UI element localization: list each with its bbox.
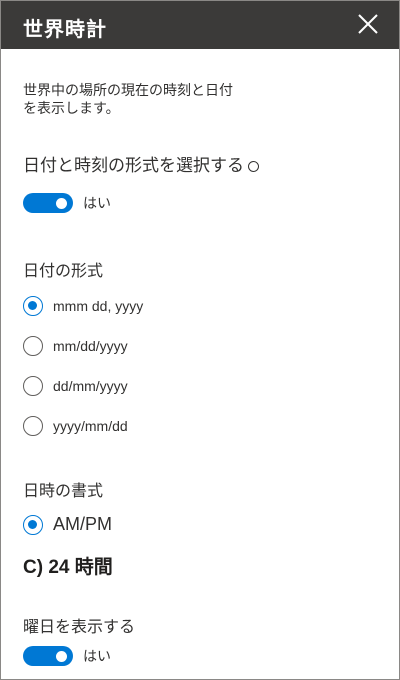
- date-format-option-label: mmm dd, yyyy: [53, 298, 144, 314]
- date-format-option-2[interactable]: mm/dd/yyyy: [23, 336, 128, 356]
- choose-format-toggle[interactable]: [23, 193, 73, 213]
- radio-icon[interactable]: [23, 376, 43, 396]
- choose-format-label: 日付と時刻の形式を選択する: [23, 151, 259, 176]
- time-format-label: 日時の書式: [23, 483, 104, 500]
- date-format-label: 日付の形式: [23, 263, 104, 280]
- description-line-1: 世界中の場所の現在の時刻と日付: [23, 82, 233, 98]
- choose-format-toggle-label: はい: [83, 195, 111, 211]
- choose-format-toggle-row: はい: [23, 192, 111, 214]
- time-format-option-24h[interactable]: C) 24 時間: [23, 552, 113, 579]
- panel-header: 世界時計: [1, 1, 399, 49]
- choose-format-text: 日付と時刻の形式を選択する: [23, 156, 244, 175]
- panel-description: 世界中の場所の現在の時刻と日付 を表示します。: [23, 81, 323, 117]
- date-format-option-1[interactable]: mmm dd, yyyy: [23, 296, 143, 316]
- show-weekday-toggle-row: はい: [23, 645, 111, 667]
- show-weekday-label: 曜日を表示する: [23, 619, 136, 636]
- time-format-option-ampm[interactable]: AM/PM: [23, 514, 112, 535]
- date-format-option-4[interactable]: yyyy/mm/dd: [23, 416, 128, 436]
- radio-icon[interactable]: [23, 336, 43, 356]
- show-weekday-toggle[interactable]: [23, 646, 73, 666]
- date-format-option-label: mm/dd/yyyy: [53, 338, 128, 354]
- radio-selected-icon[interactable]: [23, 296, 43, 316]
- date-format-option-label: dd/mm/yyyy: [53, 378, 128, 394]
- toggle-knob: [56, 651, 67, 662]
- description-line-2: を表示します。: [23, 100, 120, 116]
- panel-title: 世界時計: [23, 19, 107, 41]
- radio-selected-icon[interactable]: [23, 514, 43, 535]
- show-weekday-toggle-label: はい: [83, 648, 111, 664]
- close-icon[interactable]: [355, 11, 381, 37]
- circle-mark-icon: [248, 161, 259, 173]
- toggle-knob: [56, 198, 67, 209]
- radio-icon[interactable]: [23, 416, 43, 436]
- settings-panel: 世界時計 世界中の場所の現在の時刻と日付 を表示します。 日付と時刻の形式を選択…: [0, 0, 400, 680]
- time-format-ampm-label: AM/PM: [53, 514, 113, 534]
- date-format-option-label: yyyy/mm/dd: [53, 418, 128, 434]
- date-format-option-3[interactable]: dd/mm/yyyy: [23, 376, 128, 396]
